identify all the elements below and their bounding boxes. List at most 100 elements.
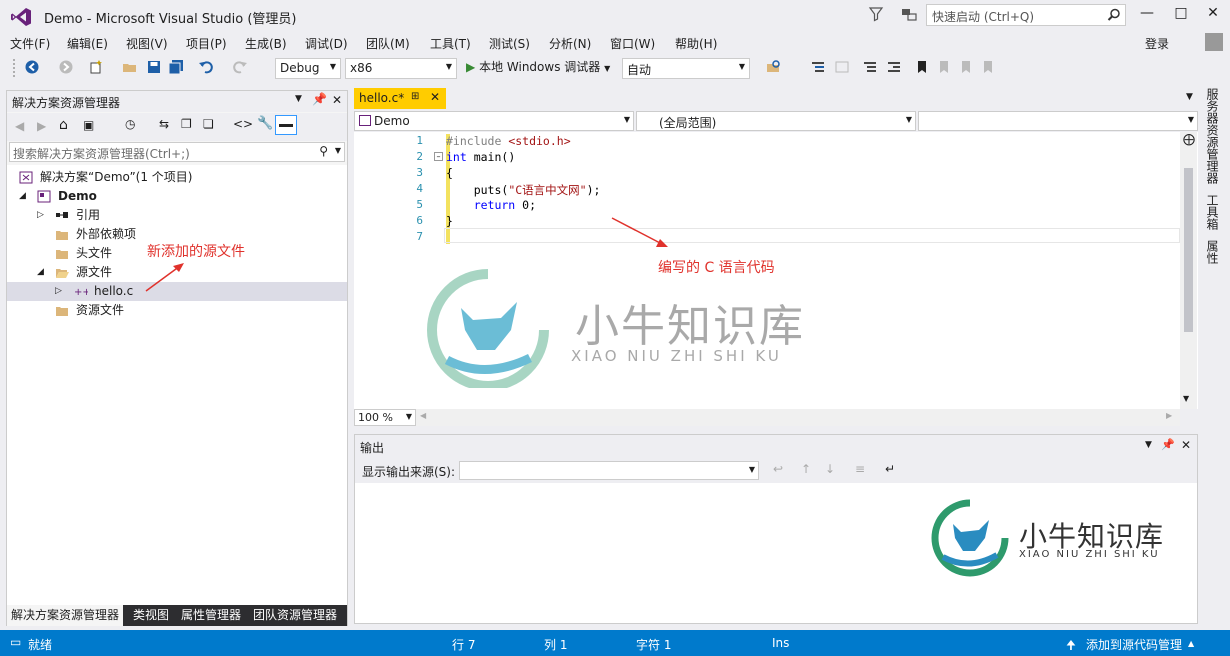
maximize-button[interactable]: □ [1164,2,1198,26]
outline-icon[interactable] [834,59,850,75]
collapse-all-icon[interactable]: ❐ [181,117,192,131]
show-all-files-icon[interactable]: ❏ [203,117,214,131]
chevron-up-icon[interactable]: ▲ [1188,639,1194,648]
login-link[interactable]: 登录 [1145,35,1169,52]
add-to-source-control-button[interactable]: 添加到源代码管理 [1086,636,1182,653]
prev-message-icon[interactable]: ↑ [801,462,811,476]
vertical-scrollbar[interactable]: ⨁ ▼ [1180,132,1197,409]
split-editor-icon[interactable]: ⨁ [1183,132,1195,146]
save-all-icon[interactable] [168,59,184,75]
scroll-left-icon[interactable]: ◀ [420,411,426,420]
tree-item-references[interactable]: ▷ 引用 [7,206,347,225]
clear-all-icon[interactable]: ≡ [855,462,865,476]
member-nav-dropdown[interactable]: ▼ [918,111,1198,131]
pin-icon[interactable]: ⊞ [411,91,419,102]
tree-item-resource-files[interactable]: 资源文件 [7,301,347,320]
new-project-icon[interactable] [88,59,104,75]
tab-properties[interactable]: 属性 [1204,240,1221,264]
pin-icon[interactable]: 📌 [312,92,327,106]
close-icon[interactable]: ✕ [1181,438,1191,452]
menu-project[interactable]: 项目(P) [186,35,227,52]
save-icon[interactable] [146,59,162,75]
prev-bookmark-icon[interactable] [936,59,952,75]
panel-menu-icon[interactable]: ▼ [295,94,302,104]
switch-views-icon[interactable]: ▣ [83,118,94,132]
redo-icon[interactable] [232,59,248,75]
auto-dropdown[interactable]: 自动 ▼ [622,58,750,79]
menu-edit[interactable]: 编辑(E) [67,35,108,52]
forward-icon[interactable]: ▶ [37,119,46,133]
step-icon[interactable] [810,59,826,75]
word-wrap-icon[interactable]: ↵ [885,462,895,476]
find-in-files-icon[interactable] [766,59,782,75]
notification-filter-icon[interactable] [868,6,884,22]
clear-bookmarks-icon[interactable] [980,59,996,75]
comment-icon[interactable] [862,59,878,75]
close-icon[interactable]: ✕ [430,90,440,104]
uncomment-icon[interactable] [886,59,902,75]
tab-toolbox[interactable]: 工具箱 [1204,194,1221,230]
menu-help[interactable]: 帮助(H) [675,35,717,52]
menu-build[interactable]: 生成(B) [245,35,287,52]
minimize-button[interactable]: — [1130,2,1164,26]
menu-test[interactable]: 测试(S) [489,35,530,52]
collapse-region-icon[interactable]: – [434,152,443,161]
back-icon[interactable] [24,59,40,75]
sync-icon[interactable]: ⇆ [159,117,169,131]
tab-list-icon[interactable]: ▼ [1186,92,1193,102]
tab-server-explorer[interactable]: 服务器资源管理器 [1204,88,1221,184]
collapsed-arrow-icon[interactable]: ▷ [37,206,44,225]
undo-icon[interactable] [198,59,214,75]
menu-window[interactable]: 窗口(W) [610,35,655,52]
menu-file[interactable]: 文件(F) [10,35,50,52]
tree-item-project[interactable]: ◢ Demo [7,187,347,206]
collapsed-arrow-icon[interactable]: ▷ [55,282,62,301]
chevron-down-icon[interactable]: ▼ [335,146,341,155]
toolbar-grip[interactable] [12,58,16,78]
menu-view[interactable]: 视图(V) [126,35,168,52]
next-bookmark-icon[interactable] [958,59,974,75]
next-message-icon[interactable]: ↓ [825,462,835,476]
open-file-icon[interactable] [122,59,138,75]
start-debugging-button[interactable]: ▶ 本地 Windows 调试器 ▼ [466,58,610,75]
pending-changes-icon[interactable]: ◷ [125,117,135,131]
menu-debug[interactable]: 调试(D) [305,35,348,52]
tab-property-manager[interactable]: 属性管理器 [177,605,245,626]
bookmark-icon[interactable] [914,59,930,75]
feedback-icon[interactable] [900,6,918,24]
pin-icon[interactable]: 📌 [1161,438,1175,451]
scroll-down-icon[interactable]: ▼ [1183,394,1189,403]
account-avatar-icon[interactable] [1205,33,1223,51]
panel-menu-icon[interactable]: ▼ [1145,440,1152,450]
scope-nav-dropdown[interactable]: (全局范围) ▼ [636,111,916,131]
scroll-thumb[interactable] [1184,168,1193,332]
zoom-dropdown[interactable]: 100 % ▼ [354,409,416,426]
solution-search-input[interactable]: 搜索解决方案资源管理器(Ctrl+;) ⚲ ▼ [9,142,345,162]
expanded-arrow-icon[interactable]: ◢ [19,187,26,206]
tab-hello-c[interactable]: hello.c* ⊞ ✕ [354,88,446,109]
menu-team[interactable]: 团队(M) [366,35,410,52]
close-button[interactable]: ✕ [1196,2,1230,26]
preview-selected-icon[interactable] [275,115,297,135]
view-code-icon[interactable]: <> [233,117,253,131]
quick-launch-input[interactable]: 快速启动 (Ctrl+Q) [926,4,1126,26]
output-source-dropdown[interactable]: ▼ [459,461,759,480]
menu-tools[interactable]: 工具(T) [430,35,471,52]
scroll-right-icon[interactable]: ▶ [1166,411,1172,420]
tab-class-view[interactable]: 类视图 [129,605,173,626]
tab-solution-explorer[interactable]: 解决方案资源管理器 [7,605,124,626]
home-icon[interactable]: ⌂ [59,117,68,133]
close-icon[interactable]: ✕ [332,93,342,107]
tree-item-solution[interactable]: 解决方案“Demo”(1 个项目) [7,168,347,187]
find-message-icon[interactable]: ↩ [773,462,783,476]
horizontal-scrollbar[interactable]: 100 % ▼ ◀ ▶ [354,409,1180,426]
back-icon[interactable]: ◀ [15,119,24,133]
forward-icon[interactable] [58,59,74,75]
properties-wrench-icon[interactable]: 🔧 [257,116,273,131]
tab-team-explorer[interactable]: 团队资源管理器 [249,605,341,626]
project-nav-dropdown[interactable]: Demo ▼ [354,111,634,131]
expanded-arrow-icon[interactable]: ◢ [37,263,44,282]
configuration-dropdown[interactable]: Debug ▼ [275,58,341,79]
platform-dropdown[interactable]: x86 ▼ [345,58,457,79]
menu-analyze[interactable]: 分析(N) [549,35,591,52]
